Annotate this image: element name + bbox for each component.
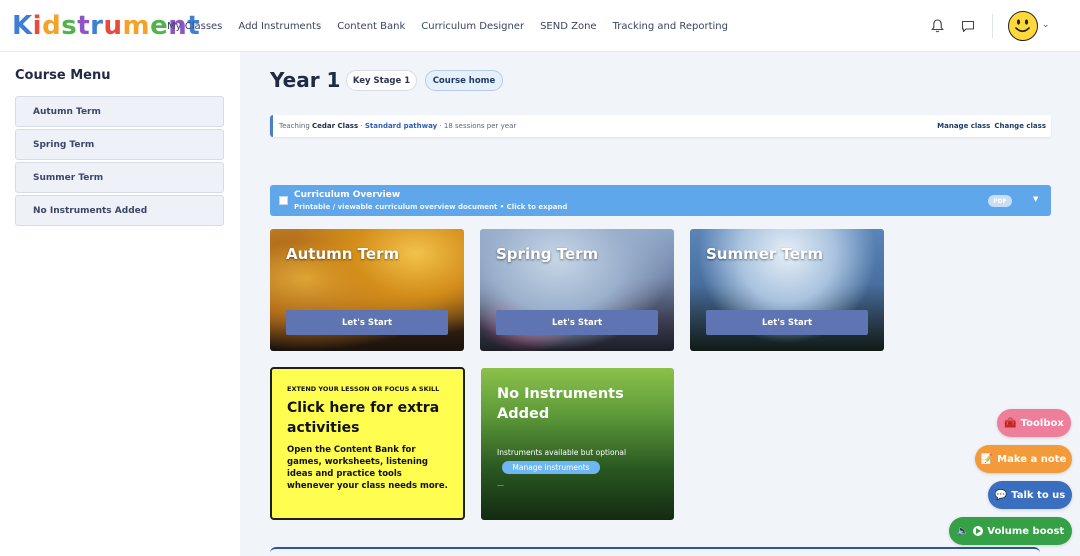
- smiley-avatar[interactable]: [1008, 11, 1038, 41]
- manage-instruments-button[interactable]: Manage instruments: [502, 461, 600, 474]
- chevron-down-icon[interactable]: ▼: [1033, 195, 1038, 203]
- logo-letter: i: [32, 11, 43, 41]
- extra-activities-card[interactable]: EXTEND YOUR LESSON OR FOCUS A SKILL Clic…: [270, 367, 465, 520]
- course-home-button[interactable]: Course home: [425, 70, 503, 91]
- header-divider: [992, 14, 993, 38]
- logo-letter: m: [122, 11, 151, 41]
- sidebar-item-autumn-term[interactable]: Autumn Term: [15, 96, 224, 127]
- talk-to-us-button[interactable]: 💬 Talk to us: [988, 481, 1072, 509]
- no-instruments-card: No Instruments Added Instruments availab…: [481, 368, 674, 520]
- logo-letter: s: [61, 11, 78, 41]
- course-menu-sidebar: Course Menu Autumn Term Spring Term Summ…: [0, 52, 240, 556]
- pathway-link[interactable]: Standard pathway: [365, 122, 437, 130]
- pdf-badge: PDF: [988, 195, 1012, 207]
- term-title: Spring Term: [496, 245, 599, 263]
- logo-letter: t: [77, 11, 91, 41]
- nav-add-instruments[interactable]: Add Instruments: [238, 21, 321, 32]
- sidebar-item-no-instruments[interactable]: No Instruments Added: [15, 195, 224, 226]
- bell-icon[interactable]: [927, 16, 947, 36]
- extra-title: Click here for extra activities: [287, 400, 440, 436]
- talk-label: Talk to us: [1011, 489, 1066, 501]
- main-nav: My Classes Add Instruments Content Bank …: [167, 0, 728, 52]
- sessions-text: · 18 sessions per year: [439, 122, 517, 130]
- note-label: Make a note: [997, 453, 1067, 465]
- note-icon: 📝: [980, 453, 994, 465]
- logo-letter: r: [90, 11, 104, 41]
- no-instruments-title: No Instruments Added: [497, 386, 624, 422]
- logo-letter: d: [42, 11, 62, 41]
- spring-lets-start-button[interactable]: Let's Start: [496, 310, 658, 335]
- nav-tracking-reporting[interactable]: Tracking and Reporting: [613, 21, 728, 32]
- chat-icon[interactable]: [958, 16, 978, 36]
- class-name: Cedar Class: [312, 122, 359, 130]
- overview-title: Curriculum Overview: [294, 190, 401, 200]
- volume-label: Volume boost: [987, 525, 1065, 537]
- play-icon: [973, 526, 984, 536]
- logo-letter: e: [150, 11, 169, 41]
- nav-content-bank[interactable]: Content Bank: [337, 21, 405, 32]
- nav-my-classes[interactable]: My Classes: [167, 21, 222, 32]
- instruments-optional-text: Instruments available but optional: [497, 448, 627, 457]
- logo-letter: u: [103, 11, 123, 41]
- autumn-lets-start-button[interactable]: Let's Start: [286, 310, 448, 335]
- toolbox-label: Toolbox: [1020, 417, 1064, 429]
- teaching-prefix: Teaching: [279, 122, 310, 130]
- separator: ·: [360, 122, 363, 130]
- manage-class-link[interactable]: Manage class: [937, 122, 990, 130]
- overview-subtitle: Printable / viewable curriculum overview…: [294, 203, 568, 211]
- top-navigation-bar: Kidstrument My Classes Add Instruments C…: [0, 0, 1080, 52]
- extra-kicker: EXTEND YOUR LESSON OR FOCUS A SKILL: [287, 385, 440, 393]
- term-title: Autumn Term: [286, 245, 400, 263]
- sidebar-title: Course Menu: [15, 68, 111, 83]
- autumn-term-card[interactable]: Autumn Term Let's Start: [270, 229, 464, 351]
- teaching-info-bar: Teaching Cedar Class · Standard pathway …: [270, 115, 1051, 137]
- document-icon: [279, 196, 288, 205]
- sidebar-item-summer-term[interactable]: Summer Term: [15, 162, 224, 193]
- logo-letter: K: [12, 11, 33, 41]
- term-title: Summer Term: [706, 245, 823, 263]
- nav-curriculum-designer[interactable]: Curriculum Designer: [421, 21, 524, 32]
- nav-send-zone[interactable]: SEND Zone: [540, 21, 596, 32]
- make-a-note-button[interactable]: 📝 Make a note: [975, 445, 1072, 473]
- next-section-edge: [270, 547, 1040, 556]
- speaker-icon: 🔈: [956, 525, 970, 537]
- avatar-chevron-down-icon[interactable]: ⌄: [1042, 20, 1050, 30]
- summer-lets-start-button[interactable]: Let's Start: [706, 310, 868, 335]
- key-stage-badge[interactable]: Key Stage 1: [346, 70, 417, 91]
- placeholder-dash: —: [497, 481, 504, 489]
- sidebar-item-spring-term[interactable]: Spring Term: [15, 129, 224, 160]
- volume-boost-button[interactable]: 🔈 Volume boost: [949, 517, 1072, 545]
- extra-body: Open the Content Bank for games, workshe…: [287, 445, 448, 491]
- spring-term-card[interactable]: Spring Term Let's Start: [480, 229, 674, 351]
- change-class-link[interactable]: Change class: [994, 122, 1046, 130]
- summer-term-card[interactable]: Summer Term Let's Start: [690, 229, 884, 351]
- curriculum-overview-bar[interactable]: Curriculum Overview Printable / viewable…: [270, 185, 1051, 216]
- toolbox-icon: 🧰: [1004, 417, 1017, 429]
- speech-bubble-icon: 💬: [994, 489, 1008, 501]
- page-title: Year 1: [270, 68, 341, 92]
- toolbox-button[interactable]: 🧰 Toolbox: [997, 409, 1071, 437]
- teaching-actions: Manage class Change class: [937, 122, 1046, 130]
